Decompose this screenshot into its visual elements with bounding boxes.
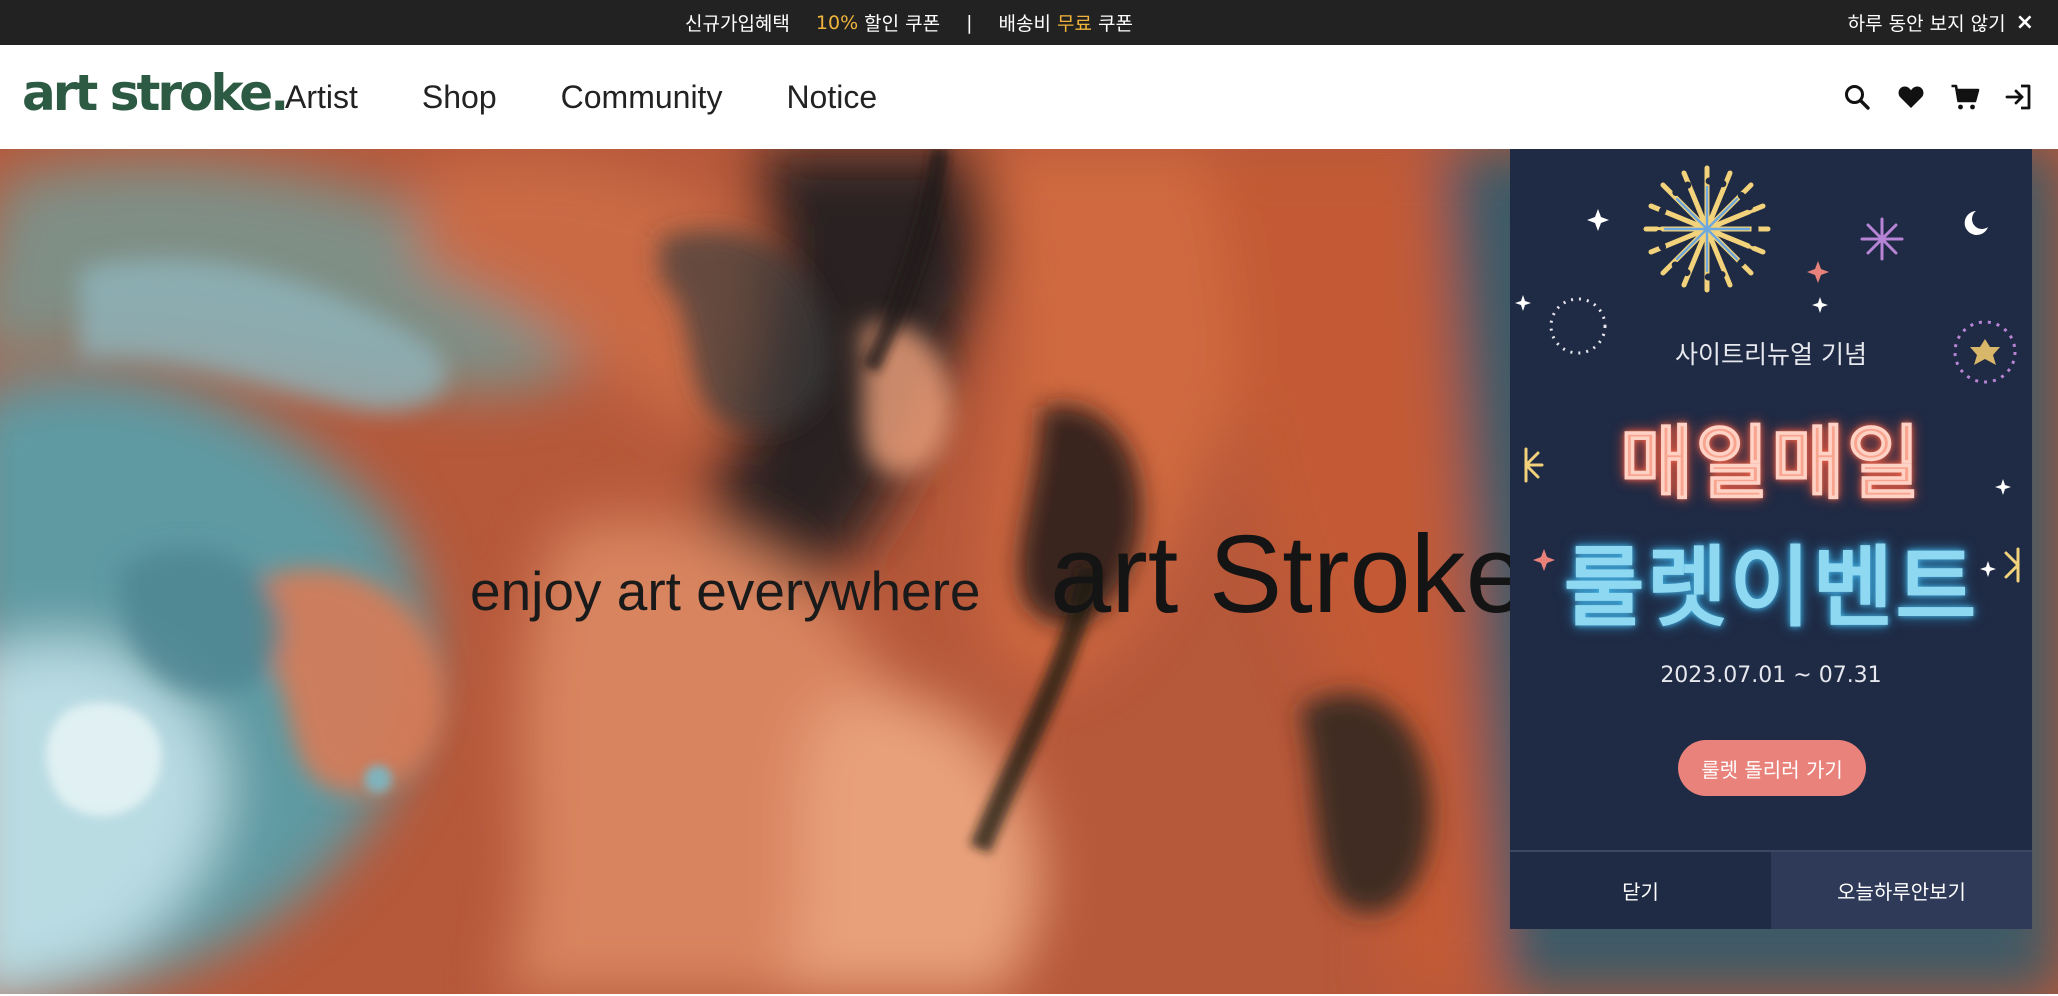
- popup-subtitle: 사이트리뉴얼 기념: [1675, 340, 1867, 369]
- promo-free-highlight: 무료: [1057, 13, 1092, 35]
- promo-dismiss-label: 하루 동안 보지 않기: [1847, 13, 2006, 35]
- search-icon[interactable]: [1830, 70, 1884, 124]
- header-actions: [1830, 45, 2046, 149]
- promo-discount-highlight: 10%: [815, 11, 859, 34]
- nav-item-shop[interactable]: Shop: [422, 79, 497, 116]
- popup-close-button[interactable]: 닫기: [1510, 852, 1771, 929]
- popup-hide-today-button[interactable]: 오늘하루안보기: [1771, 852, 2032, 929]
- close-icon[interactable]: ×: [2016, 11, 2034, 34]
- nav-item-notice[interactable]: Notice: [786, 79, 877, 116]
- hero-title: art Stroke: [1050, 513, 1527, 636]
- firework-purple: [1860, 217, 1904, 261]
- hero-tagline: enjoy art everywhere: [470, 560, 981, 622]
- promo-message: 신규가입혜택 10% 할인 쿠폰 | 배송비 무료 쿠폰: [0, 0, 2058, 45]
- site-header: art stroke. Artist Shop Community Notice: [0, 45, 2058, 149]
- firework-gold-large: [1643, 165, 1771, 293]
- event-popup: 사이트리뉴얼 기념 매일매일 룰렛이벤트 2023.07.01 ~ 07.31 …: [1510, 149, 2032, 929]
- promo-dismiss-button[interactable]: 하루 동안 보지 않기 ×: [1848, 0, 2034, 45]
- promo-signup-text: 신규가입혜택: [685, 13, 790, 35]
- popup-title-roulette: 룰렛이벤트: [1563, 536, 1979, 639]
- moon-icon: [1964, 211, 1988, 235]
- roulette-cta-button[interactable]: 룰렛 돌리러 가기: [1678, 740, 1866, 796]
- nav-item-community[interactable]: Community: [561, 79, 723, 116]
- promo-discount-text: 할인 쿠폰: [858, 13, 941, 35]
- heart-icon[interactable]: [1884, 70, 1938, 124]
- login-icon[interactable]: [1992, 70, 2046, 124]
- popup-date-range: 2023.07.01 ~ 07.31: [1660, 663, 1882, 688]
- promo-shipping-text: 배송비: [998, 13, 1058, 35]
- promo-bar: 신규가입혜택 10% 할인 쿠폰 | 배송비 무료 쿠폰 하루 동안 보지 않기 ×: [0, 0, 2058, 45]
- promo-coupon-text: 쿠폰: [1091, 13, 1133, 35]
- nav-item-artist[interactable]: Artist: [285, 79, 358, 116]
- promo-separator: |: [966, 11, 973, 34]
- site-logo[interactable]: art stroke.: [22, 63, 289, 123]
- main-nav: Artist Shop Community Notice: [285, 45, 941, 149]
- cart-icon[interactable]: [1938, 70, 1992, 124]
- popup-title-daily: 매일매일: [1619, 417, 1923, 511]
- popup-footer: 닫기 오늘하루안보기: [1510, 850, 2032, 929]
